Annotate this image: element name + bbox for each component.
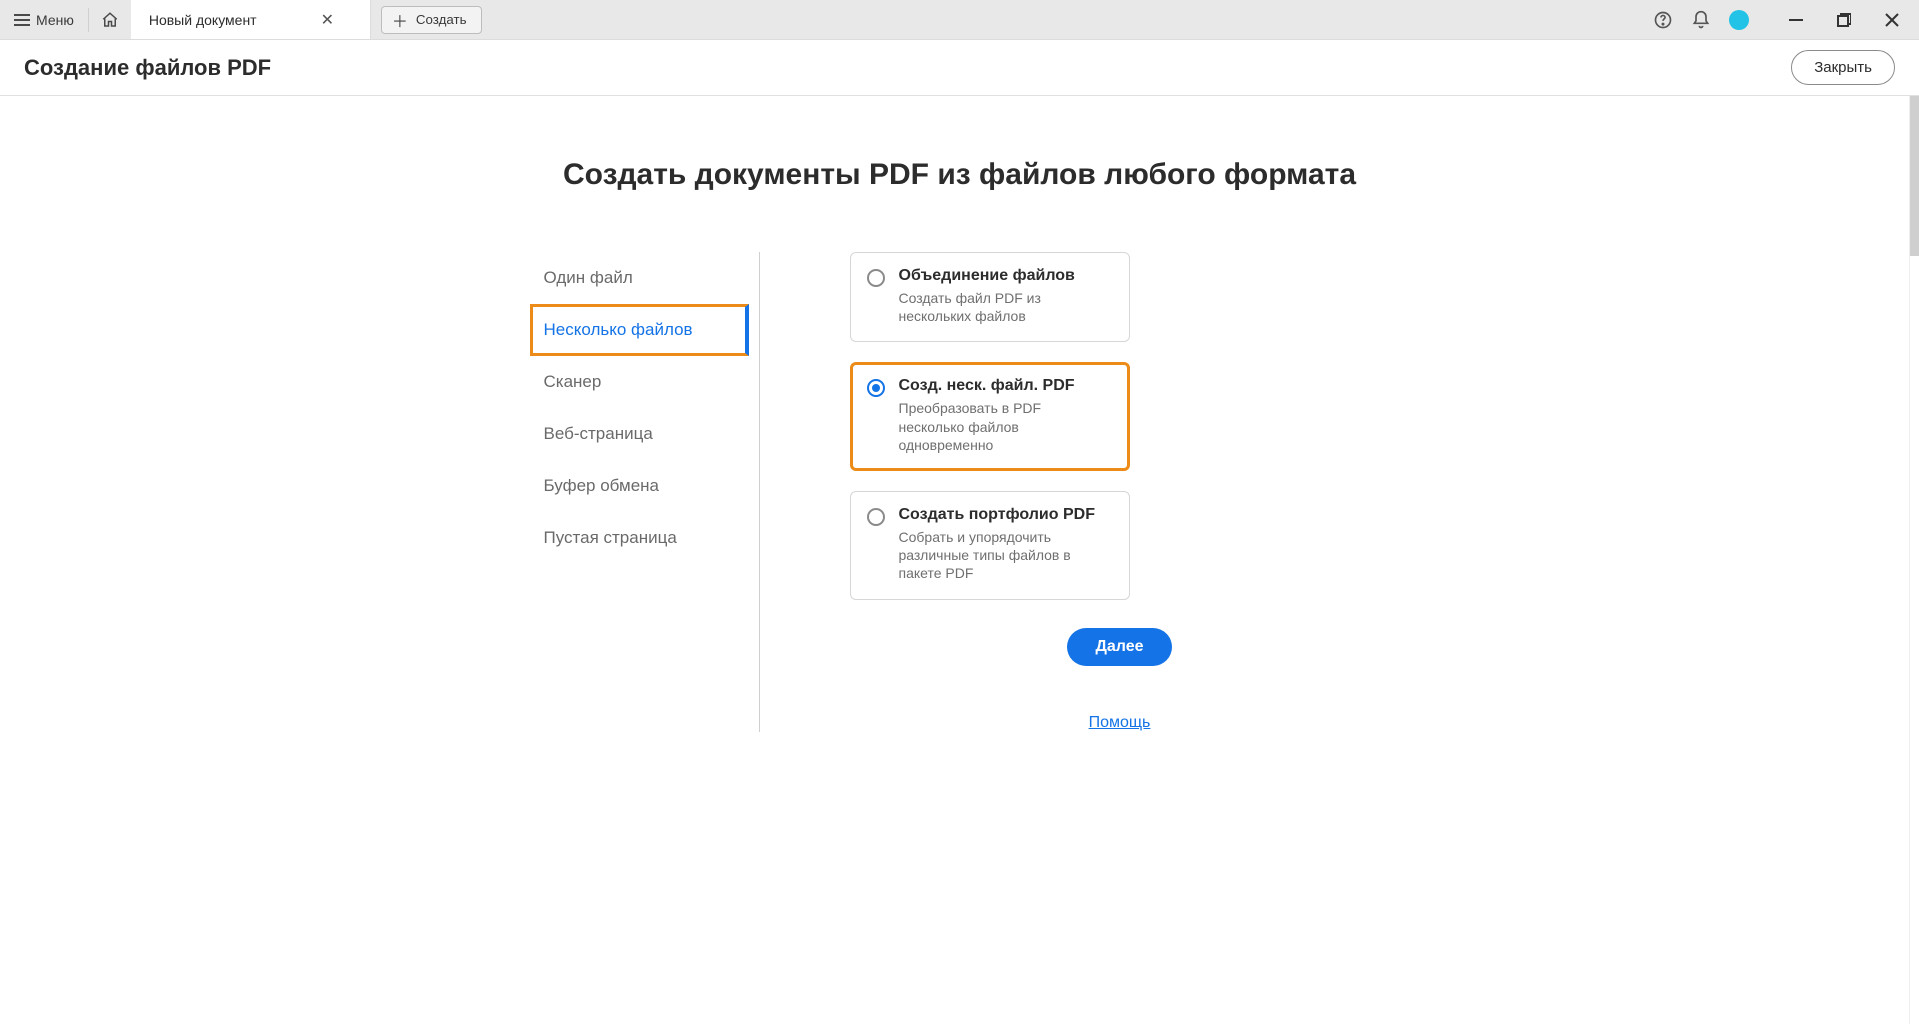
titlebar: Меню Новый документ ✕ ＋ Создать — [0, 0, 1919, 40]
subheader: Создание файлов PDF Закрыть — [0, 40, 1919, 96]
card-text: Созд. неск. файл. PDF Преобразовать в PD… — [899, 377, 1111, 454]
card-title: Создать портфолио PDF — [899, 506, 1111, 524]
card-create-multiple[interactable]: Созд. неск. файл. PDF Преобразовать в PD… — [850, 362, 1130, 471]
avatar[interactable] — [1729, 10, 1749, 30]
home-icon — [101, 11, 119, 29]
menu-button[interactable]: Меню — [0, 0, 88, 39]
option-cards: Объединение файлов Создать файл PDF из н… — [760, 252, 1390, 732]
menu-label: Меню — [36, 12, 74, 28]
close-window-button[interactable] — [1883, 11, 1901, 29]
maximize-button[interactable] — [1835, 11, 1853, 29]
close-page-button[interactable]: Закрыть — [1791, 50, 1895, 85]
next-button[interactable]: Далее — [1067, 628, 1171, 666]
nav-item-scanner[interactable]: Сканер — [530, 356, 749, 408]
help-link[interactable]: Помощь — [1089, 714, 1151, 732]
page-title: Создание файлов PDF — [24, 55, 271, 81]
nav-item-blank-page[interactable]: Пустая страница — [530, 512, 749, 564]
titlebar-left: Меню Новый документ ✕ ＋ Создать — [0, 0, 482, 39]
titlebar-right — [1653, 0, 1919, 39]
tab-label: Новый документ — [149, 12, 257, 28]
help-icon[interactable] — [1653, 10, 1673, 30]
plus-icon: ＋ — [392, 8, 408, 32]
card-desc: Собрать и упорядочить различные типы фай… — [899, 528, 1111, 583]
hamburger-icon — [14, 14, 30, 26]
radio-create-multiple[interactable] — [867, 379, 885, 397]
nav-item-multi-files[interactable]: Несколько файлов — [530, 304, 749, 356]
radio-portfolio[interactable] — [867, 508, 885, 526]
card-desc: Создать файл PDF из нескольких файлов — [899, 289, 1111, 325]
scrollbar[interactable] — [1909, 96, 1919, 1024]
bell-icon[interactable] — [1691, 10, 1711, 30]
scrollbar-thumb[interactable] — [1910, 96, 1919, 256]
window-controls — [1787, 11, 1901, 29]
tab-close-icon[interactable]: ✕ — [317, 10, 338, 30]
content-area: Создать документы PDF из файлов любого ф… — [0, 96, 1919, 1024]
create-pdf-panel: Один файл Несколько файлов Сканер Веб-ст… — [530, 252, 1390, 732]
home-button[interactable] — [89, 0, 131, 39]
card-combine-files[interactable]: Объединение файлов Создать файл PDF из н… — [850, 252, 1130, 342]
card-text: Создать портфолио PDF Собрать и упорядоч… — [899, 506, 1111, 583]
radio-combine-files[interactable] — [867, 269, 885, 287]
minimize-button[interactable] — [1787, 11, 1805, 29]
nav-item-webpage[interactable]: Веб-страница — [530, 408, 749, 460]
card-text: Объединение файлов Создать файл PDF из н… — [899, 267, 1111, 325]
nav-item-clipboard[interactable]: Буфер обмена — [530, 460, 749, 512]
document-tab[interactable]: Новый документ ✕ — [131, 0, 371, 39]
nav-item-single-file[interactable]: Один файл — [530, 252, 749, 304]
card-title: Созд. неск. файл. PDF — [899, 377, 1111, 395]
hero-heading: Создать документы PDF из файлов любого ф… — [0, 158, 1919, 192]
card-title: Объединение файлов — [899, 267, 1111, 285]
create-button[interactable]: ＋ Создать — [381, 6, 482, 34]
card-desc: Преобразовать в PDF несколько файлов одн… — [899, 399, 1111, 454]
card-portfolio[interactable]: Создать портфолио PDF Собрать и упорядоч… — [850, 491, 1130, 600]
create-label: Создать — [416, 12, 467, 27]
source-type-nav: Один файл Несколько файлов Сканер Веб-ст… — [530, 252, 760, 732]
